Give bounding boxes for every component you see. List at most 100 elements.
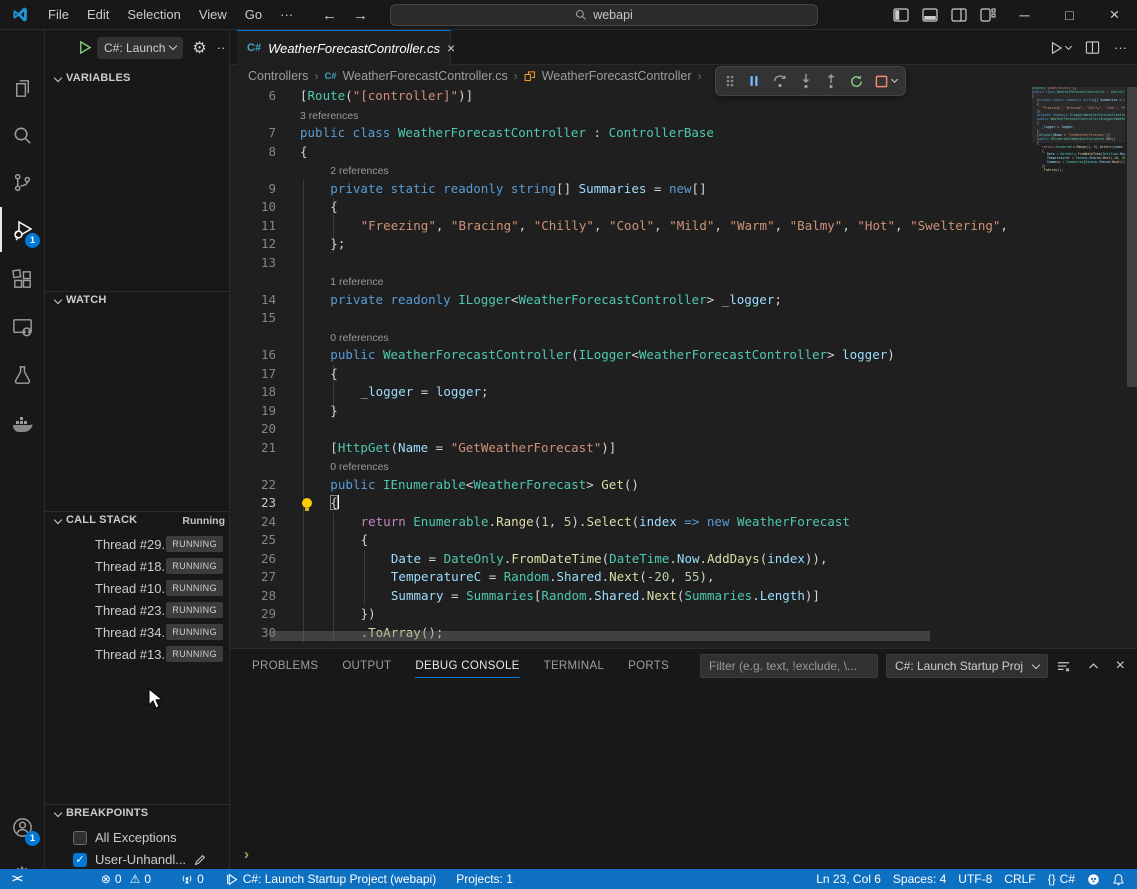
menu-edit[interactable]: Edit (78, 4, 118, 26)
close-tab-icon[interactable]: × (447, 40, 455, 56)
line-number[interactable] (230, 328, 276, 347)
history-forward-icon[interactable]: → (353, 7, 368, 24)
line-number[interactable]: 23 (230, 494, 276, 513)
breadcrumb-symbol[interactable]: WeatherForecastController (542, 69, 692, 83)
breakpoint-all-exceptions[interactable]: All Exceptions (45, 827, 229, 848)
line-number[interactable] (230, 272, 276, 291)
vertical-scrollbar[interactable] (1127, 87, 1137, 387)
line-number[interactable]: 16 (230, 346, 276, 365)
call-stack-thread-row[interactable]: Thread #29...RUNNING (45, 533, 229, 555)
toggle-sidebar-icon[interactable] (893, 7, 909, 23)
lightbulb-icon[interactable] (302, 498, 312, 508)
ports-status[interactable]: 0 (175, 869, 210, 889)
line-number[interactable]: 10 (230, 198, 276, 217)
clear-console-icon[interactable] (1056, 659, 1071, 674)
indentation-status[interactable]: Spaces: 4 (887, 869, 952, 889)
line-number[interactable]: 17 (230, 365, 276, 384)
debug-console-filter-input[interactable] (700, 654, 878, 678)
codelens-row[interactable]: 0 references (230, 328, 1127, 347)
call-stack-thread-row[interactable]: Thread #23...RUNNING (45, 599, 229, 621)
debug-settings-gear-icon[interactable]: ⚙ (192, 38, 206, 58)
stop-button[interactable] (875, 75, 897, 88)
horizontal-scrollbar[interactable] (270, 631, 930, 641)
menu-file[interactable]: File (39, 4, 78, 26)
search-sidebar-icon[interactable] (0, 113, 44, 158)
watch-section-header[interactable]: WATCH (55, 294, 107, 306)
breakpoint-user-unhandled[interactable]: ✓ User-Unhandl... (45, 849, 229, 870)
line-number[interactable]: 11 (230, 217, 276, 236)
call-stack-thread-row[interactable]: Thread #34...RUNNING (45, 621, 229, 643)
code-editor[interactable]: 6[Route("[controller]")]3 references7pub… (230, 87, 1127, 648)
line-number[interactable]: 6 (230, 87, 276, 106)
variables-section-header[interactable]: VARIABLES (55, 72, 131, 84)
call-stack-thread-row[interactable]: Thread #10...RUNNING (45, 577, 229, 599)
toggle-secondary-sidebar-icon[interactable] (951, 7, 967, 23)
line-number[interactable]: 21 (230, 439, 276, 458)
panel-tab-problems[interactable]: PROBLEMS (240, 649, 330, 683)
remote-explorer-icon[interactable] (0, 305, 44, 350)
codelens-row[interactable]: 1 reference (230, 272, 1127, 291)
menu-go[interactable]: Go (236, 4, 271, 26)
line-number[interactable]: 13 (230, 254, 276, 273)
line-number[interactable] (230, 106, 276, 125)
minimize-button[interactable]: ─ (1002, 0, 1047, 30)
command-center-search[interactable]: webapi (390, 4, 818, 26)
call-stack-thread-row[interactable]: Thread #13...RUNNING (45, 643, 229, 665)
projects-status[interactable]: Projects: 1 (450, 869, 519, 889)
customize-layout-icon[interactable] (980, 7, 996, 23)
line-number[interactable]: 26 (230, 550, 276, 569)
line-number[interactable]: 28 (230, 587, 276, 606)
docker-icon[interactable] (0, 401, 44, 446)
line-number[interactable]: 20 (230, 420, 276, 439)
line-number[interactable]: 24 (230, 513, 276, 532)
toggle-panel-icon[interactable] (922, 7, 938, 23)
pause-icon[interactable] (747, 74, 761, 88)
maximize-panel-icon[interactable] (1087, 660, 1100, 673)
panel-tab-terminal[interactable]: TERMINAL (532, 649, 617, 683)
edit-pencil-icon[interactable] (193, 853, 207, 867)
step-out-icon[interactable] (824, 73, 838, 89)
debug-session-dropdown[interactable]: C#: Launch Startup Proj (886, 654, 1048, 678)
codelens-row[interactable]: 2 references (230, 161, 1127, 180)
launch-config-dropdown[interactable]: C#: Launch (97, 37, 183, 59)
breakpoints-section-header[interactable]: BREAKPOINTS (55, 807, 148, 819)
menu-view[interactable]: View (190, 4, 236, 26)
panel-tab-output[interactable]: OUTPUT (330, 649, 403, 683)
minimap[interactable]: [Route("[controller]")]public class Weat… (1032, 87, 1125, 648)
line-number[interactable] (230, 457, 276, 476)
debug-views-more-icon[interactable]: ·· (217, 40, 226, 55)
step-into-icon[interactable] (799, 73, 813, 89)
explorer-icon[interactable] (0, 66, 44, 111)
line-number[interactable]: 27 (230, 568, 276, 587)
notifications-bell-icon[interactable] (1106, 869, 1131, 889)
menu-selection[interactable]: Selection (118, 4, 189, 26)
language-mode-status[interactable]: {} C# (1042, 869, 1081, 889)
start-debug-icon[interactable] (77, 40, 92, 55)
close-panel-icon[interactable]: × (1116, 657, 1125, 675)
step-over-icon[interactable] (772, 73, 788, 89)
menu-more[interactable]: ··· (271, 4, 302, 26)
extensions-icon[interactable] (0, 257, 44, 302)
call-stack-thread-row[interactable]: Thread #18...RUNNING (45, 555, 229, 577)
split-editor-icon[interactable] (1085, 40, 1100, 55)
tab-weatherforecastcontroller[interactable]: C# WeatherForecastController.cs × (237, 30, 451, 65)
panel-tab-ports[interactable]: PORTS (616, 649, 681, 683)
remote-indicator[interactable]: >< (6, 869, 27, 889)
line-number[interactable]: 22 (230, 476, 276, 495)
run-and-debug-icon[interactable]: 1 (0, 207, 44, 252)
line-number[interactable]: 29 (230, 605, 276, 624)
close-window-button[interactable]: × (1092, 0, 1137, 30)
toolbar-drag-grip[interactable] (724, 73, 736, 89)
testing-icon[interactable] (0, 353, 44, 398)
source-control-icon[interactable] (0, 160, 44, 205)
line-number[interactable]: 12 (230, 235, 276, 254)
panel-tab-debug-console[interactable]: DEBUG CONSOLE (403, 649, 531, 683)
line-number[interactable]: 25 (230, 531, 276, 550)
line-number[interactable]: 15 (230, 309, 276, 328)
editor-more-actions-icon[interactable]: ··· (1114, 40, 1127, 55)
line-number[interactable]: 18 (230, 383, 276, 402)
debug-target-status[interactable]: C#: Launch Startup Project (webapi) (220, 869, 442, 889)
debug-console-prompt[interactable]: › (244, 846, 249, 863)
restart-icon[interactable] (849, 74, 864, 89)
problems-status[interactable]: ⊗ 0 ⚠ 0 (95, 869, 157, 889)
